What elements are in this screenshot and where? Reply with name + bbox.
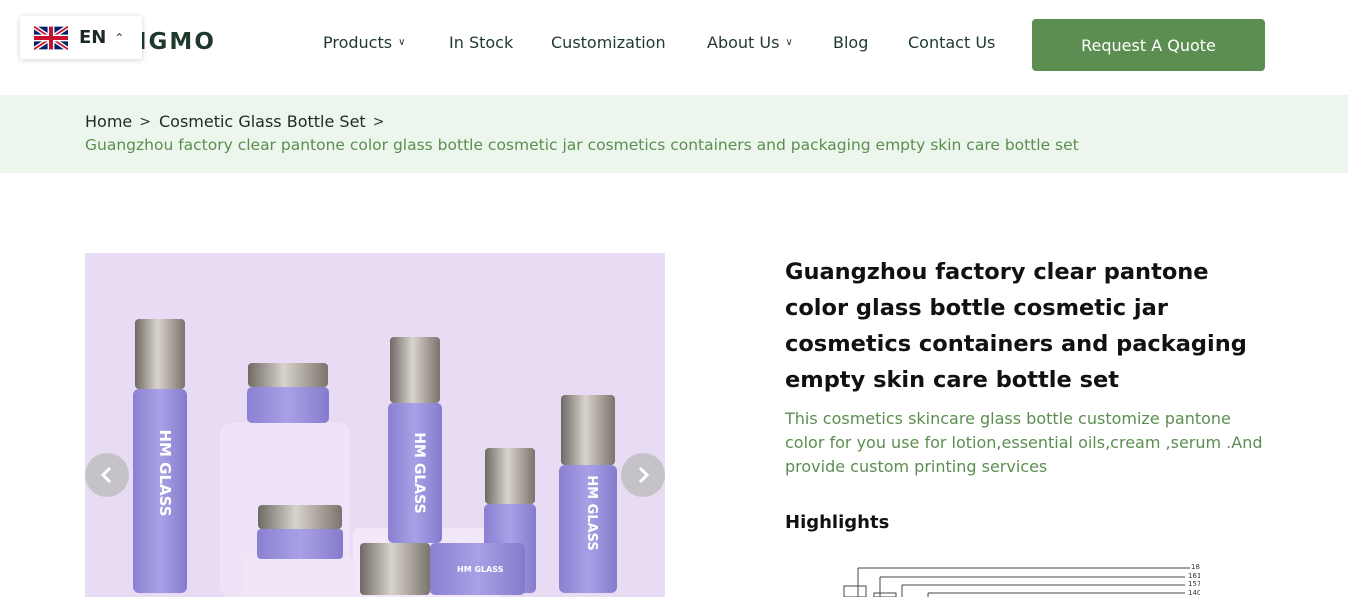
- site-header: IGMO EN ⌃ Products ∨ In Stock Customizat…: [0, 0, 1348, 95]
- nav-customization[interactable]: Customization: [551, 33, 666, 52]
- nav-contact-us[interactable]: Contact Us: [908, 33, 995, 52]
- nav-customization-label: Customization: [551, 33, 666, 52]
- nav-in-stock-label: In Stock: [449, 33, 514, 52]
- breadcrumb-separator: >: [372, 113, 385, 130]
- dimension-label: 161mm: [1188, 572, 1200, 580]
- chevron-right-icon: [638, 466, 650, 484]
- brand-logo[interactable]: IGMO: [138, 29, 216, 55]
- dimension-label: 182mm: [1191, 563, 1200, 571]
- nav-in-stock[interactable]: In Stock: [449, 33, 513, 52]
- breadcrumb-links: Home > Cosmetic Glass Bottle Set >: [85, 112, 392, 131]
- nav-about-us[interactable]: About Us ∨: [707, 33, 793, 52]
- product-title: Guangzhou factory clear pantone color gl…: [785, 259, 1247, 393]
- bottle-label: HM GLASS: [156, 429, 174, 516]
- product-image: HM GLASS HM GLASS HM GLASS HM GLASS: [133, 319, 617, 597]
- bottle-label: HM GLASS: [411, 432, 427, 513]
- chevron-left-icon: [100, 466, 112, 484]
- gallery-prev-button[interactable]: [85, 453, 129, 497]
- breadcrumb-separator: >: [139, 113, 151, 130]
- nav-products-label: Products: [323, 33, 393, 52]
- breadcrumb-current: Guangzhou factory clear pantone color gl…: [85, 136, 1079, 154]
- dimension-label: 140mm: [1188, 589, 1200, 597]
- breadcrumb: Home > Cosmetic Glass Bottle Set > Guang…: [0, 95, 1348, 173]
- chevron-down-icon: ∨: [785, 37, 793, 48]
- nav-blog-label: Blog: [833, 33, 869, 52]
- dimension-label: 157mm: [1188, 580, 1200, 588]
- uk-flag-icon: [34, 25, 68, 50]
- nav-contact-us-label: Contact Us: [908, 33, 996, 52]
- breadcrumb-home[interactable]: Home: [85, 112, 132, 131]
- nav-blog[interactable]: Blog: [833, 33, 868, 52]
- request-quote-button[interactable]: Request A Quote: [1032, 19, 1265, 71]
- highlights-heading: Highlights: [785, 512, 890, 533]
- product-image-gallery[interactable]: HM GLASS HM GLASS HM GLASS HM GLASS: [85, 253, 665, 597]
- product-description: This cosmetics skincare glass bottle cus…: [785, 409, 1263, 476]
- nav-products[interactable]: Products ∨: [323, 33, 405, 52]
- nav-about-us-label: About Us: [707, 33, 780, 52]
- gallery-next-button[interactable]: [621, 453, 665, 497]
- bottle-label: HM GLASS: [457, 565, 504, 574]
- chevron-down-icon: ∨: [398, 37, 406, 48]
- dimension-diagram: 182mm 161mm 157mm 140mm: [843, 563, 1200, 597]
- language-code: EN: [79, 27, 107, 48]
- language-selector[interactable]: EN ⌃: [20, 16, 142, 59]
- chevron-up-icon: ⌃: [114, 30, 125, 45]
- breadcrumb-category[interactable]: Cosmetic Glass Bottle Set: [159, 112, 366, 131]
- bottle-label: HM GLASS: [584, 475, 599, 551]
